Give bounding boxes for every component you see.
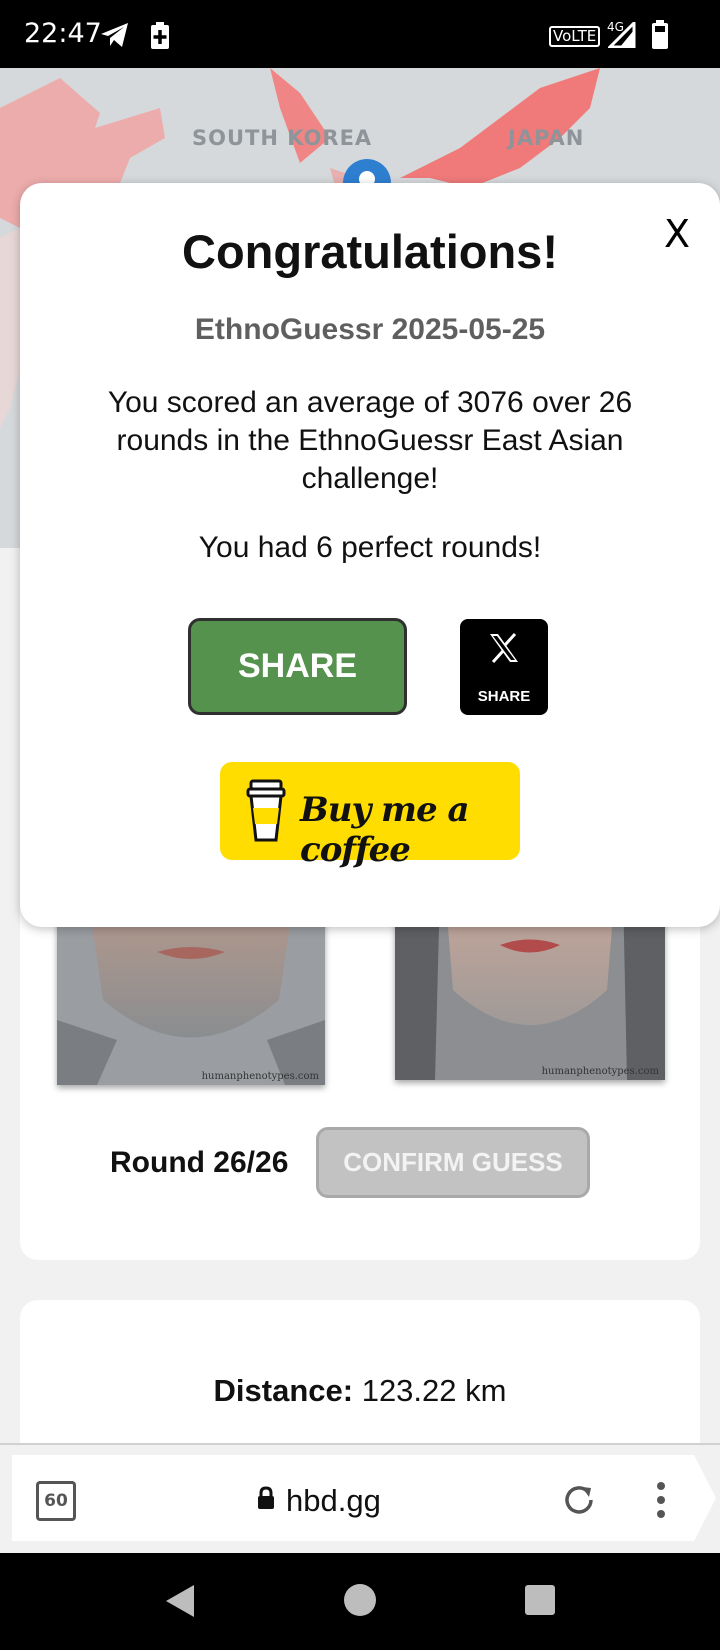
watermark: humanphenotypes.com: [541, 1066, 659, 1077]
browser-toolbar: 60 hbd.gg: [0, 1443, 720, 1553]
score-summary: You scored an average of 3076 over 26 ro…: [107, 386, 633, 495]
distance-value: 123.22 km: [361, 1373, 507, 1408]
volte-icon: VoLTE: [549, 26, 601, 47]
back-icon[interactable]: [162, 1583, 196, 1624]
share-button[interactable]: SHARE: [188, 618, 407, 715]
round-counter: Round 26/26: [110, 1146, 289, 1179]
modal-subtitle: EthnoGuessr 2025-05-25: [194, 313, 546, 346]
buy-me-a-coffee-button[interactable]: Buy me a coffee: [220, 762, 520, 870]
x-share-button[interactable]: SHARE: [460, 619, 548, 715]
status-time: 22:47: [24, 18, 102, 49]
recents-icon[interactable]: [524, 1584, 556, 1621]
x-logo-icon: [488, 632, 520, 668]
coffee-label: Buy me a coffee: [300, 790, 470, 870]
watermark: humanphenotypes.com: [201, 1071, 319, 1082]
map-label-south-korea: SOUTH KOREA: [192, 126, 373, 150]
map-label-japan: JAPAN: [508, 126, 585, 150]
x-share-label: SHARE: [477, 688, 531, 705]
confirm-guess-button[interactable]: CONFIRM GUESS: [316, 1127, 590, 1198]
battery-saver-icon: [150, 22, 170, 55]
lock-icon: [256, 1486, 276, 1515]
battery-icon: [651, 20, 669, 55]
url-text[interactable]: hbd.gg: [286, 1483, 381, 1519]
coffee-cup-icon: [246, 778, 286, 849]
modal-title: Congratulations!: [182, 225, 558, 278]
distance-label: Distance:: [213, 1373, 354, 1408]
system-nav-bar: [0, 1553, 720, 1650]
reload-icon[interactable]: [560, 1481, 598, 1524]
distance-readout: Distance: 123.22 km: [0, 1373, 720, 1409]
status-bar: 22:47 VoLTE 4G: [0, 0, 720, 68]
perfect-rounds-text: You had 6 perfect rounds!: [198, 531, 542, 564]
telegram-icon: [100, 22, 130, 53]
more-menu-icon[interactable]: [654, 1481, 668, 1524]
home-icon[interactable]: [343, 1583, 377, 1622]
signal-4g-icon: [606, 19, 636, 53]
tab-count-button[interactable]: 60: [36, 1481, 76, 1521]
